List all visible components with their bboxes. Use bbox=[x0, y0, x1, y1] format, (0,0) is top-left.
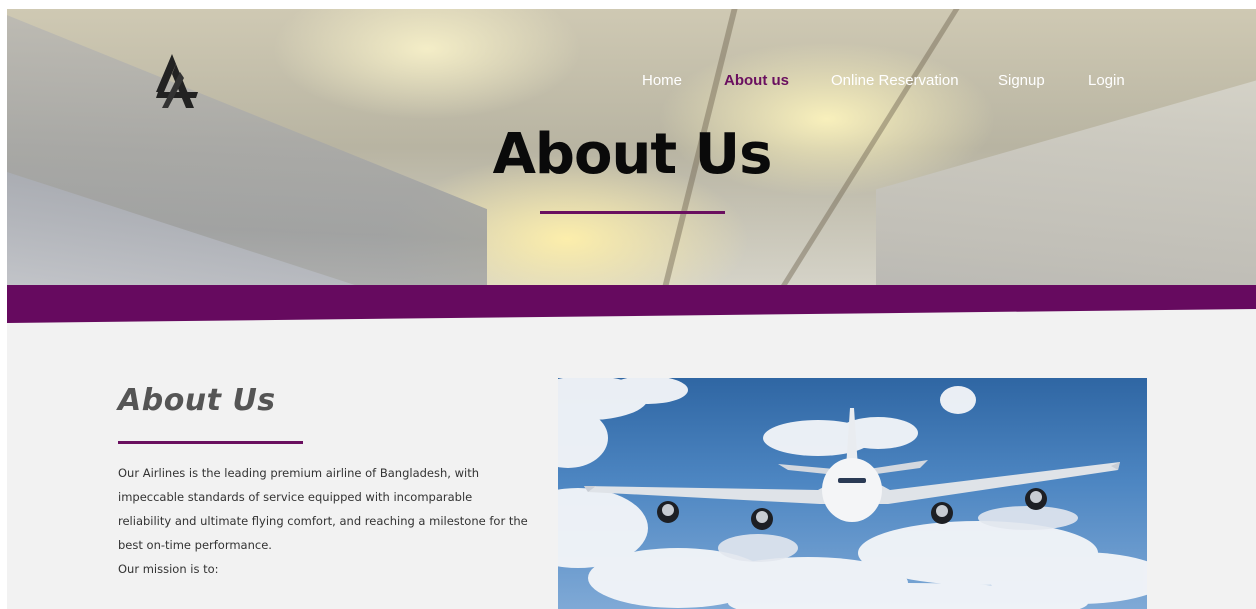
nav-login-link[interactable]: Login bbox=[1088, 72, 1125, 89]
mission-label: Our mission is to: bbox=[118, 562, 219, 576]
nav-signup-link[interactable]: Signup bbox=[998, 72, 1045, 89]
main-nav: Home About us Online Reservation Signup … bbox=[0, 72, 1256, 92]
nav-about-link[interactable]: About us bbox=[724, 72, 789, 89]
airplane-photo bbox=[558, 378, 1147, 609]
nav-online-reservation-link[interactable]: Online Reservation bbox=[831, 72, 959, 89]
airplane-in-clouds-image bbox=[558, 378, 1147, 609]
hero-title-underline bbox=[540, 211, 725, 214]
accent-band bbox=[7, 285, 1256, 323]
nav-home-link[interactable]: Home bbox=[642, 72, 682, 89]
about-paragraph: Our Airlines is the leading premium airl… bbox=[118, 466, 528, 552]
about-text: Our Airlines is the leading premium airl… bbox=[118, 461, 528, 581]
about-heading-underline bbox=[118, 441, 303, 444]
hero-title: About Us bbox=[492, 122, 773, 187]
about-heading: About Us bbox=[118, 383, 276, 418]
